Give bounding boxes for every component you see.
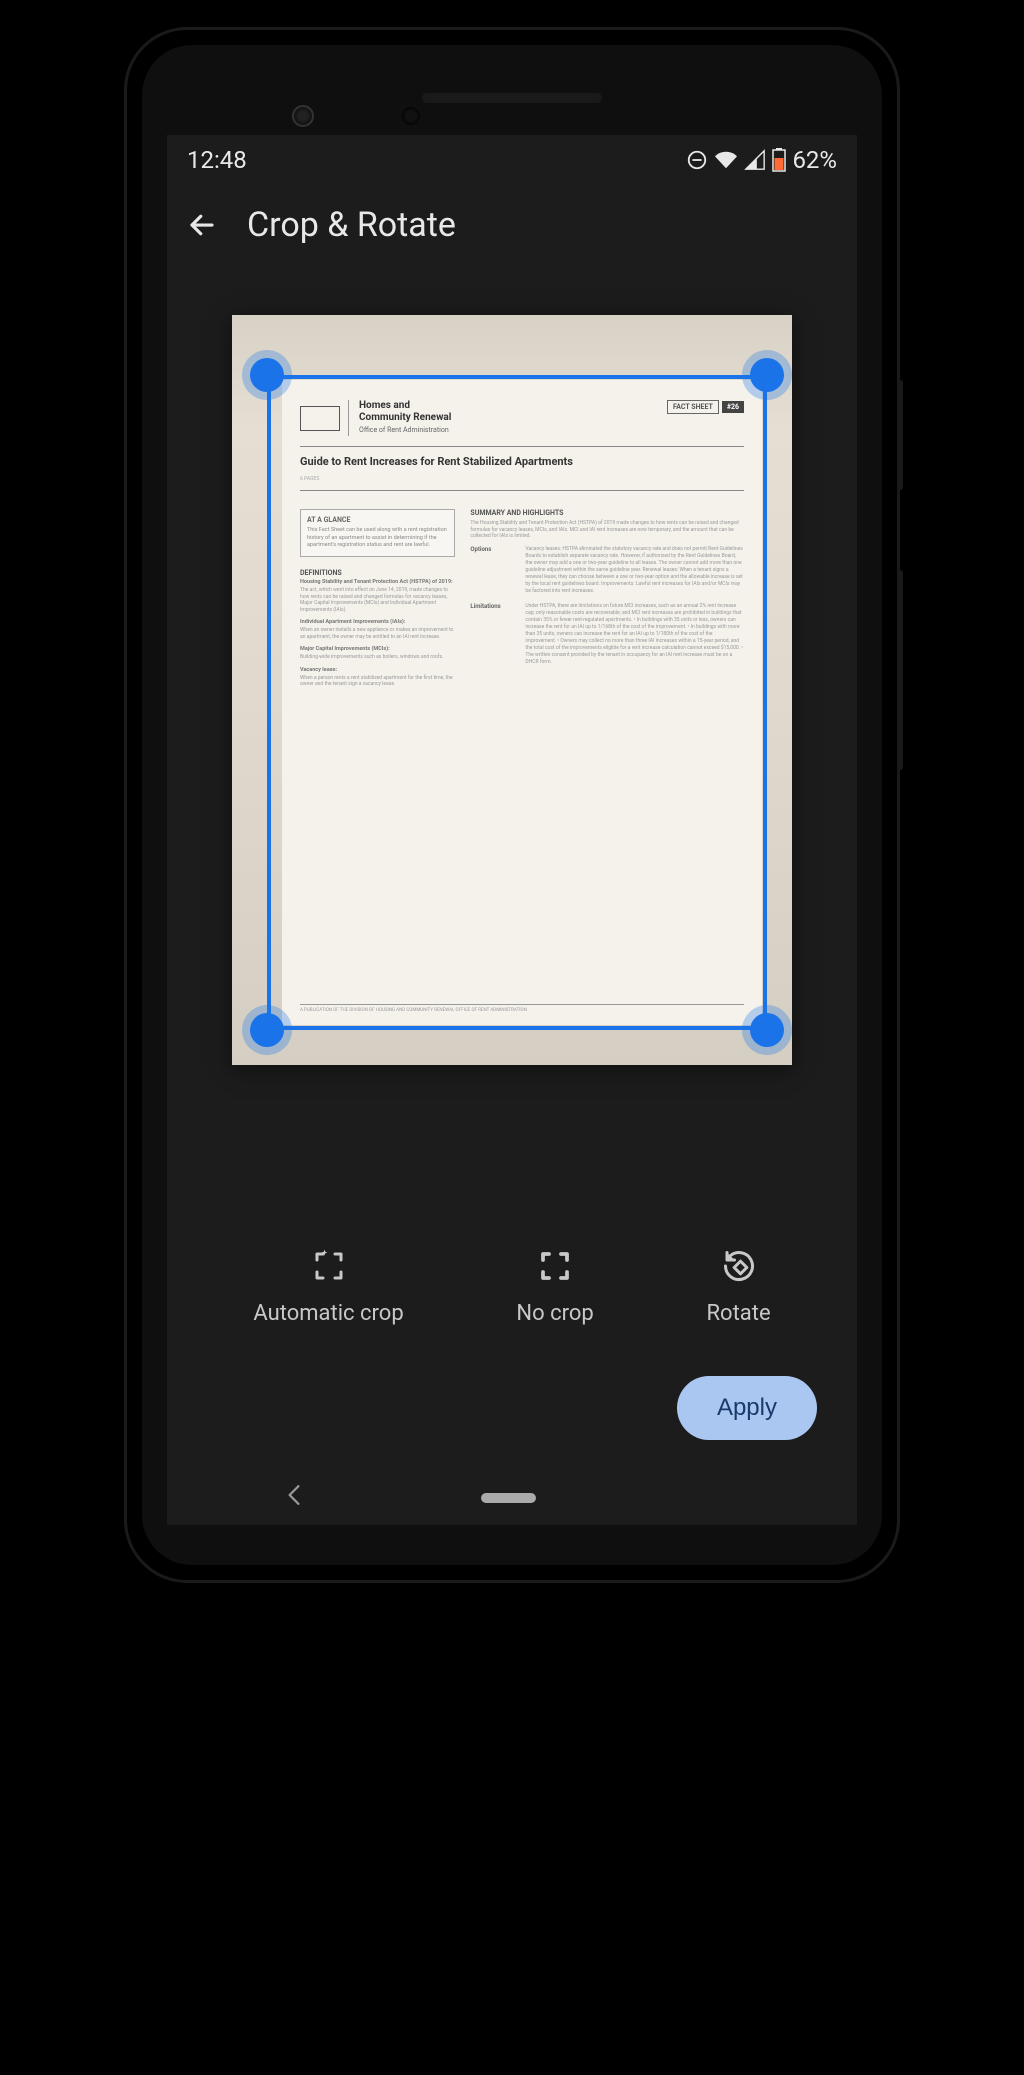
- front-camera: [292, 105, 314, 127]
- preview-area: Homes and Community Renewal Office of Re…: [167, 265, 857, 1216]
- arrow-left-icon: [187, 210, 217, 240]
- crop-handle-top-right[interactable]: [750, 358, 784, 392]
- system-nav-bar: [167, 1470, 857, 1525]
- apply-button[interactable]: Apply: [677, 1376, 817, 1440]
- automatic-crop-button[interactable]: Automatic crop: [233, 1236, 423, 1336]
- back-button[interactable]: [177, 200, 227, 250]
- screen: 12:48 62%: [167, 135, 857, 1525]
- rotate-button[interactable]: Rotate: [686, 1236, 790, 1336]
- phone-frame: 12:48 62%: [127, 30, 897, 1580]
- wifi-icon: [714, 149, 738, 171]
- crop-overlay: [267, 375, 767, 1030]
- battery-icon: [772, 148, 786, 172]
- crop-handle-top-left[interactable]: [250, 358, 284, 392]
- page-title: Crop & Rotate: [247, 205, 456, 245]
- crop-border[interactable]: [267, 375, 767, 1030]
- dnd-icon: [686, 149, 708, 171]
- no-crop-icon: [535, 1246, 575, 1286]
- battery-percent: 62%: [792, 146, 837, 174]
- power-button: [897, 380, 903, 490]
- action-row: Automatic crop No crop: [167, 1216, 857, 1366]
- rotate-icon: [719, 1246, 759, 1286]
- no-crop-button[interactable]: No crop: [496, 1236, 613, 1336]
- app-bar: Crop & Rotate: [167, 185, 857, 265]
- status-time: 12:48: [187, 146, 247, 174]
- auto-crop-icon: [309, 1246, 349, 1286]
- sensor: [402, 107, 420, 125]
- status-bar: 12:48 62%: [167, 135, 857, 185]
- nav-home-pill[interactable]: [481, 1493, 536, 1503]
- crop-handle-bottom-right[interactable]: [750, 1013, 784, 1047]
- scanned-document[interactable]: Homes and Community Renewal Office of Re…: [232, 315, 792, 1065]
- signal-icon: [744, 149, 766, 171]
- apply-row: Apply: [167, 1366, 857, 1470]
- volume-button: [897, 570, 903, 770]
- speaker-grille: [422, 93, 602, 103]
- nav-back-button[interactable]: [287, 1484, 301, 1512]
- crop-handle-bottom-left[interactable]: [250, 1013, 284, 1047]
